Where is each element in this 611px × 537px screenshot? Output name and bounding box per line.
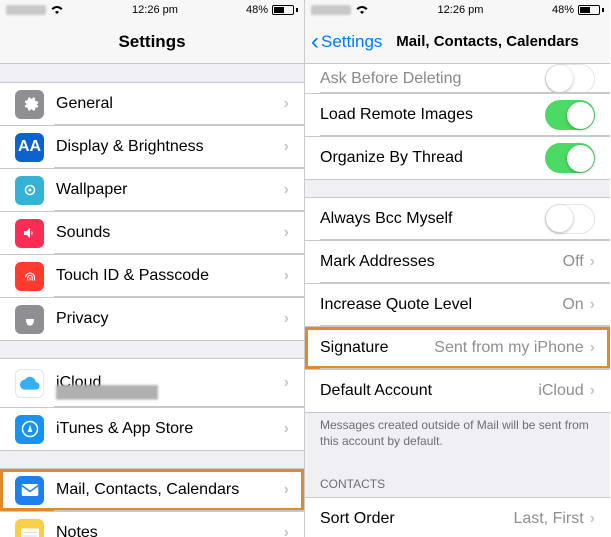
page-title: Settings	[118, 32, 185, 52]
battery-percent: 48%	[552, 4, 574, 16]
row-label: Sort Order	[320, 510, 513, 528]
chevron-right-icon: ›	[590, 382, 595, 400]
footer-note: Messages created outside of Mail will be…	[305, 412, 610, 463]
gear-icon	[15, 90, 44, 119]
back-button[interactable]: ‹ Settings	[311, 30, 382, 54]
appstore-icon	[15, 415, 44, 444]
nav-bar: Settings	[0, 20, 304, 64]
row-wallpaper[interactable]: Wallpaper ›	[0, 168, 304, 212]
mail-settings-screen: 12:26 pm 48% ‹ Settings Mail, Contacts, …	[305, 0, 610, 537]
row-organize-by-thread[interactable]: Organize By Thread	[305, 136, 610, 180]
status-bar: 12:26 pm 48%	[0, 0, 304, 20]
row-label: Signature	[320, 339, 434, 357]
chevron-right-icon: ›	[590, 296, 595, 314]
row-detail: On	[562, 296, 583, 314]
row-label: Mark Addresses	[320, 253, 563, 271]
row-label: Privacy	[56, 310, 284, 328]
row-label: Ask Before Deleting	[320, 70, 545, 88]
wallpaper-icon	[15, 176, 44, 205]
row-touchid-passcode[interactable]: Touch ID & Passcode ›	[0, 254, 304, 298]
row-load-remote-images[interactable]: Load Remote Images	[305, 93, 610, 137]
chevron-right-icon: ›	[590, 510, 595, 528]
toggle-ask-before-deleting[interactable]	[545, 64, 595, 94]
chevron-right-icon: ›	[284, 310, 289, 328]
row-label: Always Bcc Myself	[320, 210, 545, 228]
row-general[interactable]: General ›	[0, 82, 304, 126]
status-bar: 12:26 pm 48%	[305, 0, 610, 20]
row-detail: Last, First	[513, 510, 583, 528]
row-always-bcc-myself[interactable]: Always Bcc Myself	[305, 197, 610, 241]
row-label: Notes	[56, 524, 284, 537]
toggle-load-remote-images[interactable]	[545, 100, 595, 130]
row-label: Sounds	[56, 224, 284, 242]
row-label: Touch ID & Passcode	[56, 267, 284, 285]
row-display-brightness[interactable]: AA Display & Brightness ›	[0, 125, 304, 169]
battery-icon	[578, 5, 604, 15]
row-itunes-appstore[interactable]: iTunes & App Store ›	[0, 407, 304, 451]
hand-icon	[15, 305, 44, 334]
page-title: Mail, Contacts, Calendars	[396, 33, 579, 50]
row-label: General	[56, 95, 284, 113]
settings-root-screen: 12:26 pm 48% Settings General › AA Dis	[0, 0, 305, 537]
icloud-account-label: ████████████	[56, 385, 158, 399]
row-detail: Off	[563, 253, 584, 271]
row-ask-before-deleting[interactable]: Ask Before Deleting	[305, 64, 610, 94]
status-time: 12:26 pm	[132, 4, 178, 16]
chevron-right-icon: ›	[284, 374, 289, 392]
toggle-always-bcc[interactable]	[545, 204, 595, 234]
section-header-contacts: CONTACTS	[305, 463, 610, 497]
battery-icon	[272, 5, 298, 15]
row-detail: iCloud	[538, 382, 583, 400]
row-increase-quote-level[interactable]: Increase Quote Level On ›	[305, 283, 610, 327]
row-mail-contacts-calendars[interactable]: Mail, Contacts, Calendars ›	[0, 468, 304, 512]
carrier-label	[6, 5, 46, 15]
chevron-right-icon: ›	[284, 224, 289, 242]
chevron-right-icon: ›	[284, 420, 289, 438]
row-privacy[interactable]: Privacy ›	[0, 297, 304, 341]
chevron-left-icon: ‹	[311, 30, 319, 54]
chevron-right-icon: ›	[284, 138, 289, 156]
row-icloud[interactable]: iCloud ████████████ ›	[0, 358, 304, 408]
row-detail: Sent from my iPhone	[434, 339, 583, 357]
wifi-icon	[50, 5, 64, 15]
row-label: Load Remote Images	[320, 106, 545, 124]
sounds-icon	[15, 219, 44, 248]
chevron-right-icon: ›	[284, 524, 289, 537]
carrier-label	[311, 5, 351, 15]
row-notes[interactable]: Notes ›	[0, 511, 304, 537]
display-icon: AA	[15, 133, 44, 162]
row-label: Default Account	[320, 382, 538, 400]
wifi-icon	[355, 5, 369, 15]
fingerprint-icon	[15, 262, 44, 291]
chevron-right-icon: ›	[590, 339, 595, 357]
chevron-right-icon: ›	[590, 253, 595, 271]
row-label: Organize By Thread	[320, 149, 545, 167]
mail-icon	[15, 476, 44, 505]
chevron-right-icon: ›	[284, 481, 289, 499]
row-default-account[interactable]: Default Account iCloud ›	[305, 369, 610, 413]
row-signature[interactable]: Signature Sent from my iPhone ›	[305, 326, 610, 370]
notes-icon	[15, 519, 44, 537]
row-label: Wallpaper	[56, 181, 284, 199]
back-label: Settings	[321, 32, 382, 52]
chevron-right-icon: ›	[284, 95, 289, 113]
battery-percent: 48%	[246, 4, 268, 16]
status-time: 12:26 pm	[438, 4, 484, 16]
row-sounds[interactable]: Sounds ›	[0, 211, 304, 255]
row-label: Display & Brightness	[56, 138, 284, 156]
row-label: Increase Quote Level	[320, 296, 562, 314]
row-mark-addresses[interactable]: Mark Addresses Off ›	[305, 240, 610, 284]
chevron-right-icon: ›	[284, 181, 289, 199]
row-label: iTunes & App Store	[56, 420, 284, 438]
row-label: Mail, Contacts, Calendars	[56, 481, 284, 499]
toggle-organize-by-thread[interactable]	[545, 143, 595, 173]
chevron-right-icon: ›	[284, 267, 289, 285]
nav-bar: ‹ Settings Mail, Contacts, Calendars	[305, 20, 610, 64]
row-sort-order[interactable]: Sort Order Last, First ›	[305, 497, 610, 537]
cloud-icon	[15, 369, 44, 398]
